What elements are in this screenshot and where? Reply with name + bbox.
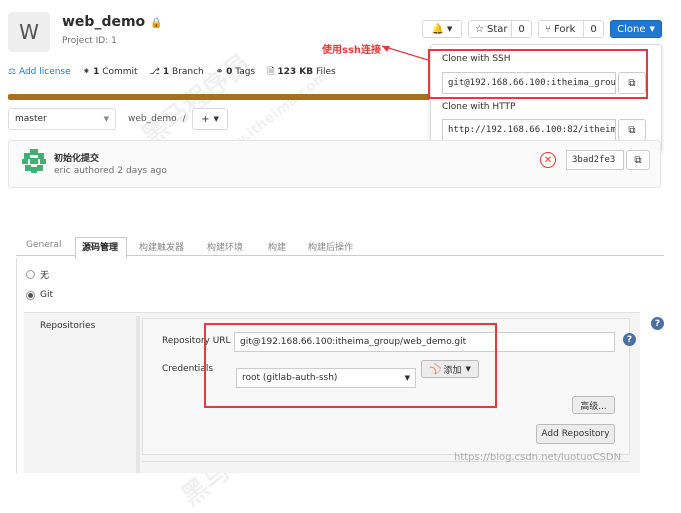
annotation-arrow — [381, 45, 429, 61]
project-avatar: W — [8, 12, 50, 52]
commit-authored: authored — [73, 166, 115, 176]
chevron-down-icon: ▼ — [213, 115, 219, 123]
breadcrumb-separator: / — [182, 114, 186, 124]
radio-git-dot — [28, 292, 33, 298]
pipeline-failed-icon[interactable]: ✕ — [540, 152, 556, 168]
copy-icon: ⧉ — [634, 154, 642, 166]
advanced-label: 高级... — [580, 401, 607, 412]
plus-icon: + — [201, 113, 210, 125]
ssh-annotation: 使用ssh连接 — [322, 45, 382, 56]
notification-button[interactable]: 🔔 ▼ — [422, 20, 462, 38]
tag-icon: ⚭ — [215, 67, 224, 77]
add-license-link[interactable]: ⚖ Add license — [8, 67, 71, 77]
chevron-down-icon: ▼ — [103, 115, 109, 123]
avatar-letter: W — [19, 20, 39, 44]
files-label: Files — [315, 67, 336, 77]
star-button[interactable]: ☆ Star 0 — [468, 20, 532, 38]
lock-icon: 🔒 — [150, 18, 163, 29]
language-bar — [8, 94, 430, 100]
tags-count: 0 — [226, 67, 233, 77]
commit-icon: ⁕ — [82, 67, 91, 77]
copy-sha-button[interactable]: ⧉ — [626, 150, 650, 170]
ssh-highlight-box — [428, 49, 648, 99]
file-icon: 🗎 — [267, 67, 275, 77]
copy-http-button[interactable]: ⧉ — [618, 119, 646, 141]
chevron-down-icon: ▼ — [649, 25, 655, 33]
add-file-button[interactable]: + ▼ — [192, 108, 228, 130]
commit-meta: eric authored 2 days ago — [54, 166, 167, 176]
files-link[interactable]: 🗎 123 KB Files — [267, 64, 336, 80]
radio-none-row[interactable]: 无 — [26, 268, 49, 281]
clone-label: Clone — [617, 23, 646, 35]
commits-count: 1 — [93, 67, 100, 77]
files-size: 123 KB — [277, 67, 314, 77]
repositories-divider — [136, 316, 140, 473]
commits-link[interactable]: ⁕ 1 Commit — [83, 67, 138, 77]
star-label: Star — [486, 23, 508, 35]
tags-link[interactable]: ⚭ 0 Tags — [216, 67, 256, 77]
branch-select[interactable]: master ▼ — [8, 108, 116, 130]
breadcrumb: web_demo / — [128, 114, 186, 124]
clone-button[interactable]: Clone ▼ — [610, 20, 662, 38]
branch-name: master — [15, 114, 47, 124]
commit-avatar — [22, 149, 46, 173]
add-repository-label: Add Repository — [541, 429, 610, 439]
project-title[interactable]: web_demo 🔒 — [62, 14, 163, 30]
scale-icon: ⚖ — [8, 67, 17, 77]
star-count: 0 — [511, 21, 531, 37]
http-title: Clone with HTTP — [442, 102, 516, 112]
tab-triggers[interactable]: 构建触发器 — [139, 240, 184, 253]
last-commit-panel — [8, 140, 661, 188]
fork-label: Fork — [554, 23, 576, 35]
help-icon[interactable]: ? — [623, 333, 636, 346]
branches-link[interactable]: ⎇ 1 Branch — [150, 67, 204, 77]
repositories-label: Repositories — [40, 321, 96, 331]
commits-label: Commit — [102, 67, 138, 77]
tab-post-build[interactable]: 构建后操作 — [308, 240, 353, 253]
breadcrumb-project[interactable]: web_demo — [128, 114, 177, 124]
branches-label: Branch — [171, 67, 204, 77]
add-repository-button[interactable]: Add Repository — [536, 424, 615, 444]
branches-count: 1 — [162, 67, 170, 77]
tab-build[interactable]: 构建 — [268, 240, 286, 253]
radio-git-row[interactable]: Git — [26, 290, 53, 300]
radio-none-label: 无 — [40, 271, 50, 281]
radio-none[interactable] — [26, 270, 35, 279]
scm-panel-left-border — [16, 258, 17, 473]
commit-message[interactable]: 初始化提交 — [54, 151, 99, 164]
add-license-label: Add license — [18, 67, 71, 77]
copy-icon: ⧉ — [628, 124, 636, 136]
branch-icon: ⎇ — [149, 67, 160, 77]
csdn-watermark: https://blog.csdn.net/luotuoCSDN — [454, 452, 622, 463]
radio-git[interactable] — [26, 290, 35, 300]
star-icon: ☆ — [475, 23, 484, 35]
fork-count: 0 — [583, 21, 603, 37]
commit-time: 2 days ago — [117, 166, 167, 176]
stats-bar: ⚖ Add license ⁕ 1 Commit ⎇ 1 Branch ⚭ 0 … — [8, 64, 336, 80]
bell-icon: 🔔 — [431, 23, 445, 35]
http-url-input[interactable]: http://192.168.66.100:82/itheima_group/w… — [442, 119, 616, 141]
fork-icon: ⑂ — [545, 23, 551, 35]
repo-highlight-box — [204, 323, 497, 408]
tab-environment[interactable]: 构建环境 — [207, 240, 243, 253]
radio-git-label: Git — [40, 290, 54, 300]
commit-author[interactable]: eric — [54, 166, 71, 176]
fork-button[interactable]: ⑂ Fork 0 — [538, 20, 604, 38]
project-name[interactable]: web_demo — [62, 14, 145, 30]
project-id: Project ID: 1 — [62, 36, 117, 46]
tags-label: Tags — [235, 67, 256, 77]
commit-sha[interactable]: 3bad2fe3 — [566, 150, 624, 170]
chevron-down-icon: ▼ — [447, 25, 453, 33]
advanced-button[interactable]: 高级... — [572, 396, 615, 414]
tab-general[interactable]: General — [26, 240, 61, 250]
help-icon[interactable]: ? — [651, 317, 664, 330]
tab-scm[interactable]: 源码管理 — [82, 240, 118, 253]
